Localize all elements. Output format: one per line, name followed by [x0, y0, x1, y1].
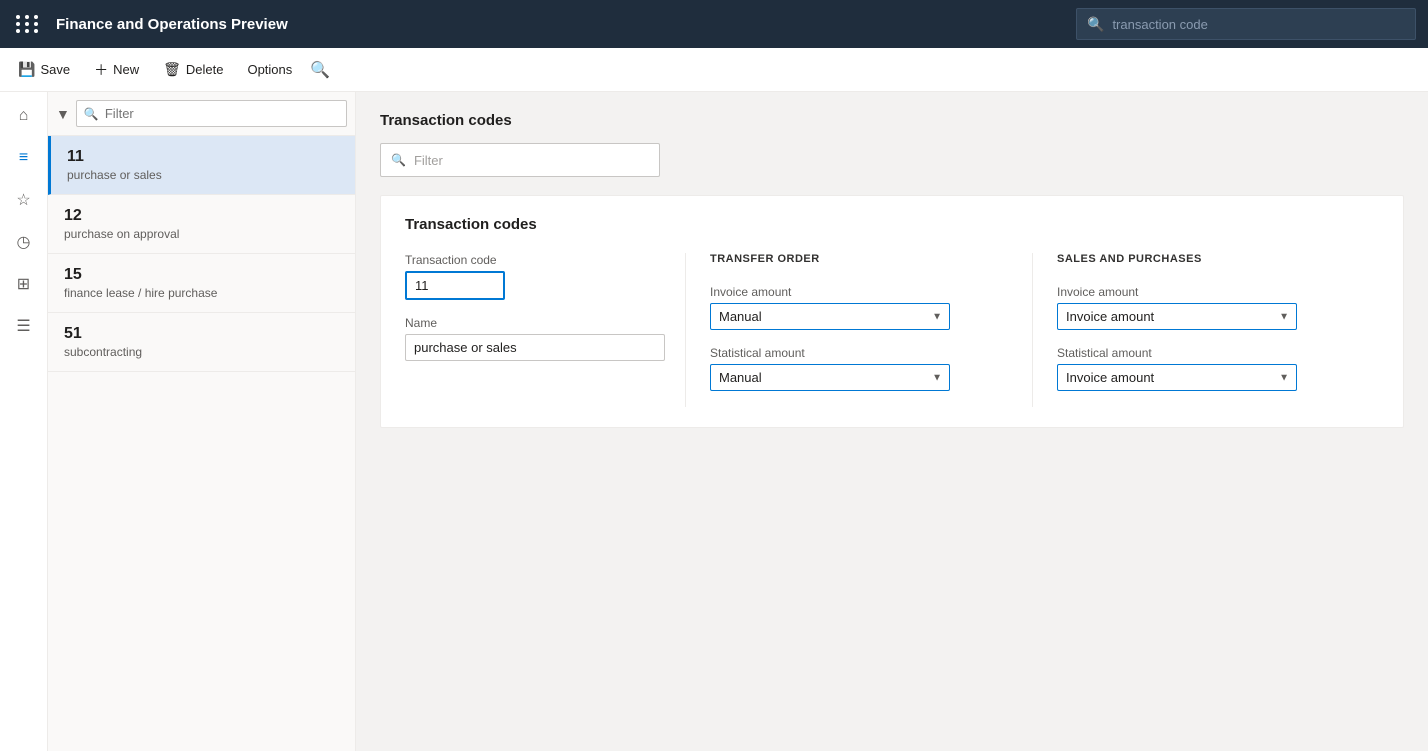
form-col-sales: Sales and purchases Invoice amount Manua… — [1032, 253, 1379, 407]
list-filter-input[interactable] — [76, 100, 347, 127]
form-card-title: Transaction codes — [405, 216, 1379, 233]
list-item[interactable]: 51 subcontracting — [48, 313, 355, 372]
sidebar-item-recent[interactable]: ◷ — [4, 222, 44, 262]
add-icon: ＋ — [94, 60, 108, 80]
app-title: Finance and Operations Preview — [56, 16, 1064, 33]
content-panel: Transaction codes 🔍 Transaction codes Tr… — [356, 92, 1428, 751]
sales-invoice-amount-group: Invoice amount Manual Invoice amount Zer… — [1057, 285, 1355, 330]
transfer-invoice-amount-group: Invoice amount Manual Invoice amount Zer… — [710, 285, 1008, 330]
delete-button[interactable]: 🗑 Delete — [153, 55, 233, 84]
new-button[interactable]: ＋ New — [84, 54, 149, 86]
name-label: Name — [405, 316, 661, 330]
list-panel-header: ▼ 🔍 — [48, 92, 355, 136]
sidebar-item-list[interactable]: ☰ — [4, 306, 44, 346]
sidebar-item-home[interactable]: ⌂ — [4, 96, 44, 136]
list-item-name: subcontracting — [64, 345, 339, 359]
name-input[interactable] — [405, 334, 665, 361]
content-filter-icon: 🔍 — [391, 153, 406, 167]
transaction-code-label: Transaction code — [405, 253, 661, 267]
command-search-icon[interactable]: 🔍 — [310, 60, 330, 80]
sales-statistical-amount-group: Statistical amount Manual Invoice amount… — [1057, 346, 1355, 391]
global-search: 🔍 — [1076, 8, 1416, 40]
sidebar-item-workspaces[interactable]: ⊞ — [4, 264, 44, 304]
form-card: Transaction codes Transaction code Name … — [380, 195, 1404, 428]
sales-statistical-amount-label: Statistical amount — [1057, 346, 1355, 360]
sales-invoice-amount-select-wrapper: Manual Invoice amount Zero amount ▼ — [1057, 303, 1297, 330]
save-button[interactable]: 💾 Save — [8, 55, 80, 84]
sales-purchases-heading: Sales and purchases — [1057, 253, 1355, 271]
transfer-statistical-amount-select[interactable]: Manual Invoice amount Zero amount — [710, 364, 950, 391]
form-col-transfer: Transfer order Invoice amount Manual Inv… — [685, 253, 1032, 407]
transfer-invoice-amount-select[interactable]: Manual Invoice amount Zero amount — [710, 303, 950, 330]
content-filter-bar: 🔍 — [380, 143, 660, 177]
list-filter-icon: 🔍 — [84, 107, 99, 121]
list-item-code: 11 — [67, 148, 339, 166]
sales-statistical-amount-select[interactable]: Manual Invoice amount Zero amount — [1057, 364, 1297, 391]
list-item-name: finance lease / hire purchase — [64, 286, 339, 300]
app-menu-button[interactable] — [12, 11, 44, 37]
top-bar: Finance and Operations Preview 🔍 — [0, 0, 1428, 48]
transfer-order-heading: Transfer order — [710, 253, 1008, 271]
options-button[interactable]: Options — [237, 56, 302, 83]
sidebar-item-filter[interactable]: ≡ — [4, 138, 44, 178]
filter-icon[interactable]: ▼ — [56, 106, 70, 122]
transaction-code-group: Transaction code — [405, 253, 661, 300]
transfer-invoice-amount-select-wrapper: Manual Invoice amount Zero amount ▼ — [710, 303, 950, 330]
list-item-name: purchase or sales — [67, 168, 339, 182]
name-group: Name — [405, 316, 661, 361]
transfer-invoice-amount-label: Invoice amount — [710, 285, 1008, 299]
transfer-statistical-amount-label: Statistical amount — [710, 346, 1008, 360]
transfer-statistical-amount-group: Statistical amount Manual Invoice amount… — [710, 346, 1008, 391]
list-item-name: purchase on approval — [64, 227, 339, 241]
list-item-code: 51 — [64, 325, 339, 343]
list-filter-wrapper: 🔍 — [76, 100, 347, 127]
list-item[interactable]: 12 purchase on approval — [48, 195, 355, 254]
sales-invoice-amount-label: Invoice amount — [1057, 285, 1355, 299]
content-filter-input[interactable] — [414, 153, 649, 168]
list-panel: ▼ 🔍 11 purchase or sales 12 purchase on … — [48, 92, 356, 751]
sidebar-item-favorites[interactable]: ☆ — [4, 180, 44, 220]
command-bar: 💾 Save ＋ New 🗑 Delete Options 🔍 — [0, 48, 1428, 92]
list-item-code: 15 — [64, 266, 339, 284]
sales-statistical-amount-select-wrapper: Manual Invoice amount Zero amount ▼ — [1057, 364, 1297, 391]
page-title: Transaction codes — [380, 112, 1404, 129]
list-items: 11 purchase or sales 12 purchase on appr… — [48, 136, 355, 751]
global-search-input[interactable] — [1112, 17, 1405, 32]
transfer-statistical-amount-select-wrapper: Manual Invoice amount Zero amount ▼ — [710, 364, 950, 391]
list-item-code: 12 — [64, 207, 339, 225]
search-icon: 🔍 — [1087, 16, 1104, 33]
transaction-code-input[interactable] — [405, 271, 505, 300]
main-layout: ⌂ ≡ ☆ ◷ ⊞ ☰ ▼ 🔍 11 purchase or sales 12 … — [0, 92, 1428, 751]
save-icon: 💾 — [18, 61, 35, 78]
list-item[interactable]: 11 purchase or sales — [48, 136, 355, 195]
form-grid: Transaction code Name Transfer order Inv… — [405, 253, 1379, 407]
sales-invoice-amount-select[interactable]: Manual Invoice amount Zero amount — [1057, 303, 1297, 330]
list-item[interactable]: 15 finance lease / hire purchase — [48, 254, 355, 313]
sidebar-icons: ⌂ ≡ ☆ ◷ ⊞ ☰ — [0, 92, 48, 751]
delete-icon: 🗑 — [163, 61, 181, 78]
form-col-basic: Transaction code Name — [405, 253, 685, 407]
